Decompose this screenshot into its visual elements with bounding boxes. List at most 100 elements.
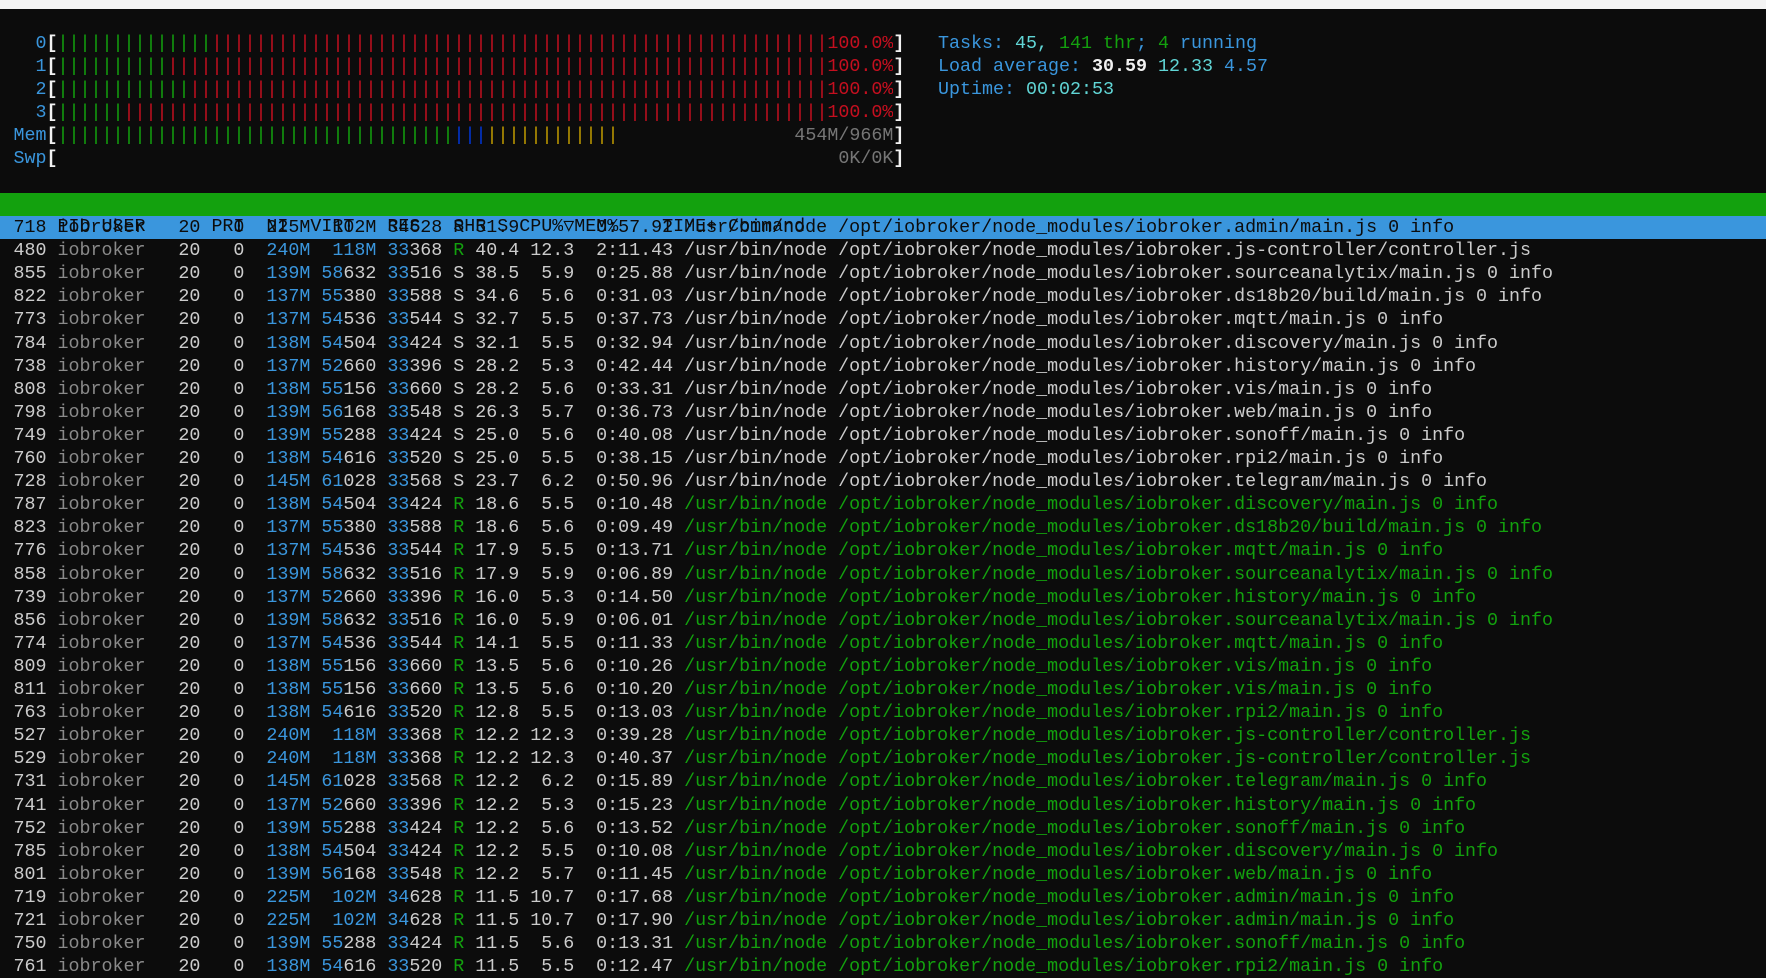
shr-units: 568: [409, 471, 443, 493]
meter-bar-tick: |: [211, 78, 223, 100]
process-row[interactable]: 858 iobroker 20 0 139M 58632 33516 R 17.9 5.9 0:06…: [0, 563, 1766, 586]
meter-bar-tick: |: [222, 32, 234, 54]
column-virt[interactable]: VIRT: [299, 216, 354, 239]
meter-bar-tick: |: [101, 101, 113, 123]
process-row[interactable]: 855 iobroker 20 0 139M 58632 33516 S 38.5 5.9 0:25…: [0, 262, 1766, 285]
column-state[interactable]: S: [497, 216, 508, 239]
cpu-time: 0:37.73: [596, 309, 674, 331]
process-row[interactable]: 480 iobroker 20 0 240M 118M 33368 R 40.4 12.3 2:11…: [0, 239, 1766, 262]
process-row[interactable]: 527 iobroker 20 0 240M 118M 33368 R 12.2 12.3 0:39…: [0, 724, 1766, 747]
user: iobroker: [57, 886, 146, 908]
meter-bar-tick: |: [365, 124, 377, 146]
cpu-time: 0:11.45: [596, 863, 674, 885]
column-cpu-sorted[interactable]: CPU%: [519, 215, 563, 238]
process-row[interactable]: 752 iobroker 20 0 139M 55288 33424 R 12.2 5.6 0:13…: [0, 817, 1766, 840]
res-thousands: 54: [321, 840, 344, 862]
meter-bar-tick: |: [596, 32, 608, 54]
shr: 33368: [387, 724, 442, 747]
process-row[interactable]: 773 iobroker 20 0 137M 54536 33544 S 32.7 5.5 0:37…: [0, 308, 1766, 331]
meter-bar-tick: |: [541, 55, 553, 77]
meter-bar-tick: |: [409, 55, 421, 77]
column-pri[interactable]: PRI: [211, 216, 244, 239]
process-row[interactable]: 823 iobroker 20 0 137M 55380 33588 R 18.6 5.6 0:09…: [0, 516, 1766, 539]
process-row[interactable]: 785 iobroker 20 0 138M 54504 33424 R 12.2 5.5 0:10…: [0, 840, 1766, 863]
process-row[interactable]: 750 iobroker 20 0 139M 55288 33424 R 11.5 5.6 0:13…: [0, 932, 1766, 955]
meter-bar-tick: |: [728, 78, 740, 100]
process-row[interactable]: 731 iobroker 20 0 145M 61028 33568 R 12.2 6.2 0:15…: [0, 770, 1766, 793]
cpu-time: 0:13.03: [596, 702, 674, 724]
process-row[interactable]: 774 iobroker 20 0 137M 54536 33544 R 14.1 5.5 0:11…: [0, 632, 1766, 655]
column-ni[interactable]: NI: [255, 216, 288, 239]
meter-value: 100.0%: [827, 55, 894, 77]
meter-bar-tick: |: [783, 101, 795, 123]
priority: 20: [178, 563, 201, 585]
meter-bar-tick: |: [706, 78, 718, 100]
meter-bar-tick: |: [453, 78, 465, 100]
process-row[interactable]: 798 iobroker 20 0 139M 56168 33548 S 26.3 5.7 0:36…: [0, 401, 1766, 424]
column-time[interactable]: TIME+: [629, 216, 717, 239]
cpu-time: 0:12.47: [596, 956, 674, 978]
process-row[interactable]: 749 iobroker 20 0 139M 55288 33424 S 25.0 5.6 0:40…: [0, 424, 1766, 447]
process-row[interactable]: 801 iobroker 20 0 139M 56168 33548 R 12.2 5.7 0:11…: [0, 863, 1766, 886]
process-row[interactable]: 761 iobroker 20 0 138M 54616 33520 R 11.5 5.5 0:12…: [0, 955, 1766, 978]
virt: 138M: [266, 679, 311, 700]
meter-bar-tick: |: [420, 101, 432, 123]
mem-percent: 5.6: [541, 378, 575, 400]
process-row[interactable]: 529 iobroker 20 0 240M 118M 33368 R 12.2 12.3 0:40…: [0, 747, 1766, 770]
mem-percent: 5.3: [541, 794, 575, 816]
process-row[interactable]: 741 iobroker 20 0 137M 52660 33396 R 12.2 5.3 0:15…: [0, 794, 1766, 817]
process-row[interactable]: 811 iobroker 20 0 138M 55156 33660 R 13.5 5.6 0:10…: [0, 678, 1766, 701]
column-user[interactable]: USER: [101, 216, 200, 239]
process-row[interactable]: 784 iobroker 20 0 138M 54504 33424 S 32.1 5.5 0:32…: [0, 332, 1766, 355]
process-row[interactable]: 808 iobroker 20 0 138M 55156 33660 S 28.2 5.6 0:33…: [0, 378, 1766, 401]
column-mem[interactable]: MEM%: [574, 216, 618, 239]
process-row[interactable]: 738 iobroker 20 0 137M 52660 33396 S 28.2 5.3 0:42…: [0, 355, 1766, 378]
res-units: 660: [343, 355, 377, 377]
user: iobroker: [57, 494, 146, 516]
meter-bar-tick: |: [409, 124, 421, 146]
process-row[interactable]: 728 iobroker 20 0 145M 61028 33568 S 23.7 6.2 0:50…: [0, 470, 1766, 493]
command: /usr/bin/node /opt/iobroker/node_modules…: [684, 609, 1554, 631]
column-command[interactable]: Command: [728, 216, 805, 239]
res-units: 288: [343, 424, 377, 446]
process-row[interactable]: 763 iobroker 20 0 138M 54616 33520 R 12.8 5.5 0:13…: [0, 701, 1766, 724]
meter-bar-tick: |: [376, 124, 388, 146]
nice: 0: [233, 517, 245, 539]
column-res[interactable]: RES: [365, 216, 420, 239]
shr-units: 516: [409, 609, 443, 631]
meter-bar-tick: |: [772, 101, 784, 123]
process-row[interactable]: 760 iobroker 20 0 138M 54616 33520 S 25.0 5.5 0:38…: [0, 447, 1766, 470]
mem-percent: 5.5: [541, 309, 575, 331]
meter-bar-tick: |: [255, 124, 267, 146]
process-row[interactable]: 822 iobroker 20 0 137M 55380 33588 S 34.6 5.6 0:31…: [0, 285, 1766, 308]
user: iobroker: [57, 401, 146, 423]
user: iobroker: [57, 956, 146, 978]
process-row[interactable]: 856 iobroker 20 0 139M 58632 33516 R 16.0 5.9 0:06…: [0, 609, 1766, 632]
res-units: 660: [343, 794, 377, 816]
process-row[interactable]: 787 iobroker 20 0 138M 54504 33424 R 18.6 5.5 0:10…: [0, 493, 1766, 516]
cpu-time: 0:15.89: [596, 771, 674, 793]
process-row[interactable]: 719 iobroker 20 0 225M 102M 34628 R 11.5 10.7 0:17…: [0, 886, 1766, 909]
meter-bar-tick: |: [552, 78, 564, 100]
shr-units: 424: [409, 332, 443, 354]
meter-bar-tick: |: [211, 55, 223, 77]
meter-bar-tick: |: [552, 32, 564, 54]
process-row[interactable]: 809 iobroker 20 0 138M 55156 33660 R 13.5 5.6 0:10…: [0, 655, 1766, 678]
shr: 33588: [387, 516, 442, 539]
column-shr[interactable]: SHR: [431, 216, 486, 239]
meter-bar-tick: |: [629, 32, 641, 54]
meter-mem: Mem[ | | | | | | | | | | | | | | | | | | | | | | | | | | | | | | | | | | |…: [14, 124, 905, 147]
command: /usr/bin/node /opt/iobroker/node_modules…: [684, 886, 1455, 908]
meter-bar-tick: |: [398, 78, 410, 100]
meter-bar-tick: |: [156, 124, 168, 146]
meter-bar-tick: |: [651, 101, 663, 123]
process-row[interactable]: 776 iobroker 20 0 137M 54536 33544 R 17.9 5.5 0:13…: [0, 539, 1766, 562]
meter-bar-tick: |: [508, 55, 520, 77]
state: R: [453, 540, 465, 562]
process-row[interactable]: 739 iobroker 20 0 137M 52660 33396 R 16.0 5.3 0:14…: [0, 586, 1766, 609]
column-pid[interactable]: PID: [58, 216, 91, 239]
user: iobroker: [57, 240, 146, 262]
process-row[interactable]: 721 iobroker 20 0 225M 102M 34628 R 11.5 10.7 0:17…: [0, 909, 1766, 932]
meter-bracket-open: [: [46, 55, 58, 77]
res-thousands: 61: [321, 771, 344, 793]
